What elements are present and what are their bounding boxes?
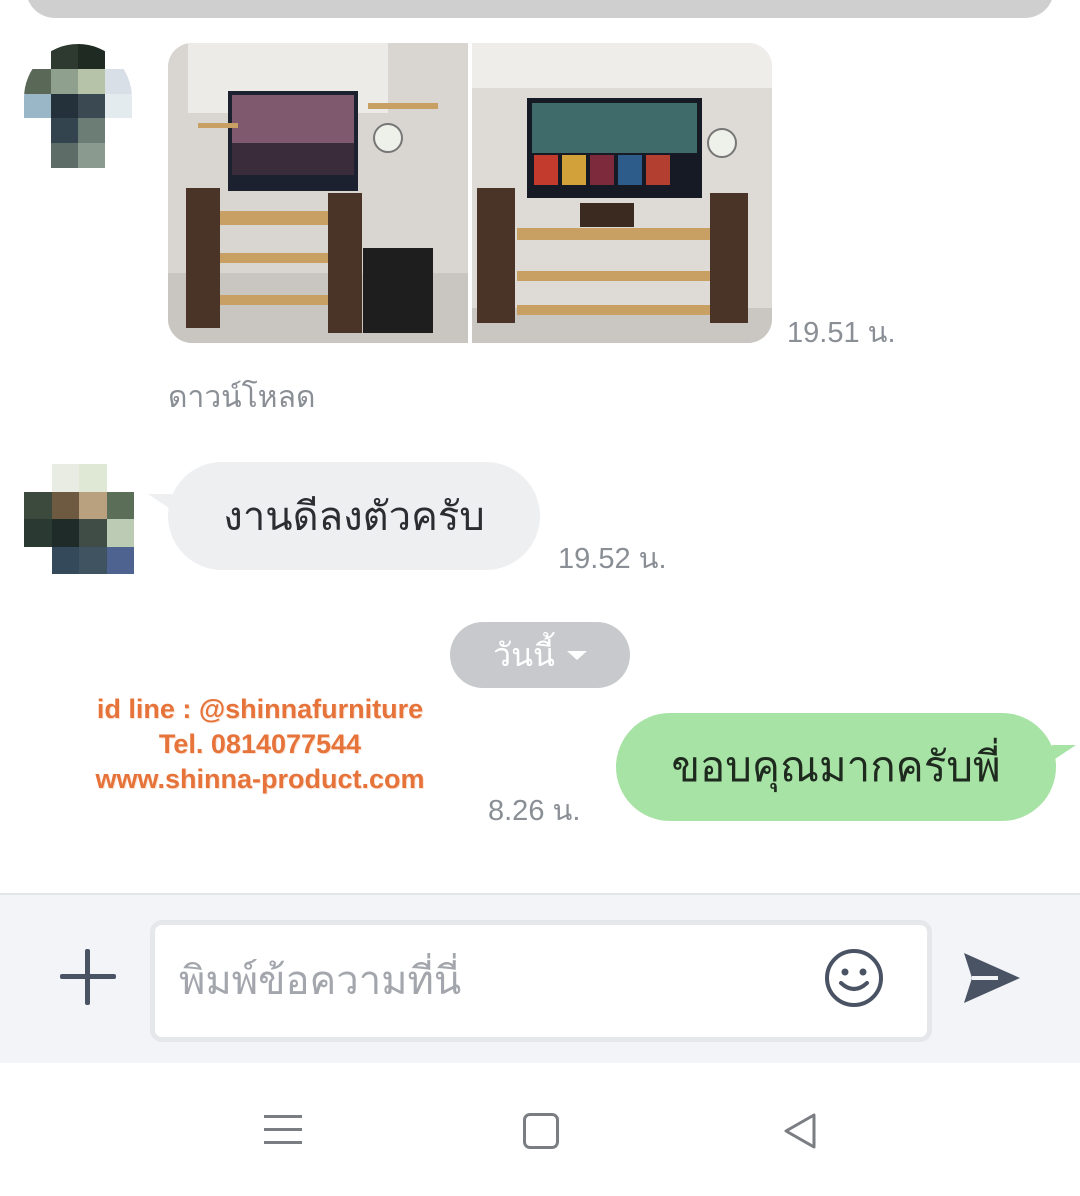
date-label: วันนี้	[493, 635, 555, 674]
message-input[interactable]	[179, 945, 799, 1017]
chat-screen: 19.51 น. ดาวน์โหลด งานดีลงตัวครับ 19.52 …	[0, 0, 1080, 1196]
outgoing-message-bubble[interactable]: ขอบคุณมากครับพี่	[616, 713, 1076, 821]
caret-down-icon	[566, 650, 587, 660]
message-text: ขอบคุณมากครับพี่	[671, 742, 1001, 791]
system-nav-bar	[0, 1063, 1080, 1196]
message-time: 19.51 น.	[787, 317, 896, 349]
tv-room-photo-2	[472, 43, 772, 343]
shared-photo-1[interactable]	[168, 43, 468, 343]
date-separator[interactable]: วันนี้	[450, 622, 630, 688]
shared-photo-group[interactable]	[168, 43, 772, 343]
top-bar	[26, 0, 1054, 18]
message-input-box[interactable]	[150, 920, 932, 1042]
message-composer	[0, 893, 1080, 1063]
recent-apps-icon[interactable]	[264, 1113, 302, 1145]
message-time: 8.26 น.	[488, 795, 581, 827]
back-icon[interactable]	[780, 1111, 820, 1151]
send-icon[interactable]	[962, 950, 1022, 1006]
message-time: 19.52 น.	[558, 543, 667, 575]
home-icon[interactable]	[523, 1113, 559, 1149]
incoming-message-bubble[interactable]: งานดีลงตัวครับ	[148, 462, 540, 570]
download-link[interactable]: ดาวน์โหลด	[168, 374, 315, 421]
shared-photo-2[interactable]	[472, 43, 772, 343]
plus-icon[interactable]	[60, 949, 116, 1005]
watermark-line: Tel. 0814077544	[158, 729, 362, 759]
tv-room-photo-1	[168, 43, 468, 343]
emoji-icon[interactable]	[823, 947, 885, 1009]
contact-avatar[interactable]	[24, 44, 132, 168]
message-text: งานดีลงตัวครับ	[223, 494, 485, 540]
watermark: id line : @shinnafurniture Tel. 08140775…	[70, 692, 450, 797]
watermark-line: www.shinna-product.com	[95, 764, 425, 794]
watermark-line: id line : @shinnafurniture	[96, 694, 424, 724]
contact-avatar[interactable]	[24, 464, 134, 574]
